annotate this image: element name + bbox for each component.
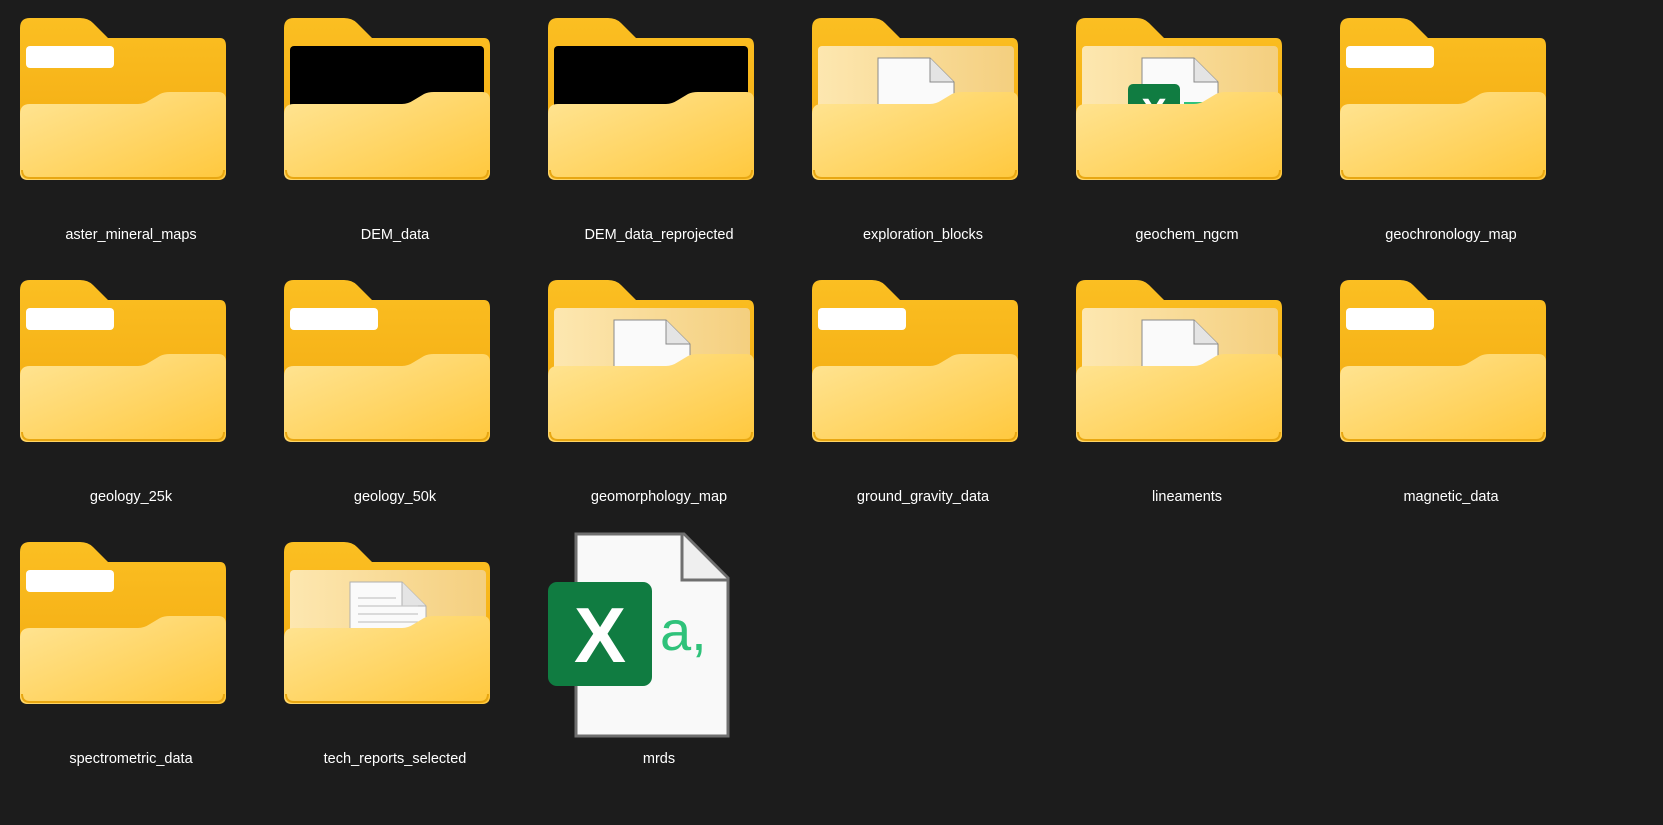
folder-icon: [548, 18, 770, 198]
item-label: geochronology_map: [1385, 227, 1517, 243]
item-label: geology_50k: [353, 489, 437, 505]
folder-icon: [1340, 18, 1562, 198]
csv-badge-text: a,: [660, 599, 707, 662]
folder-item-dem-data-reprojected[interactable]: DEM_data_reprojected: [528, 0, 790, 262]
item-label: geochem_ngcm: [1135, 227, 1239, 243]
item-label: spectrometric_data: [69, 751, 193, 767]
folder-item-ground-gravity-data[interactable]: ground_gravity_data: [792, 262, 1054, 524]
folder-icon: [284, 542, 506, 722]
folder-item-geochronology-map[interactable]: geochronology_map: [1320, 0, 1582, 262]
folder-item-geology-25k[interactable]: geology_25k: [0, 262, 262, 524]
item-label: geomorphology_map: [590, 489, 728, 505]
folder-item-dem-data[interactable]: DEM_data: [264, 0, 526, 262]
folder-icon: [812, 280, 1034, 460]
item-label: magnetic_data: [1403, 489, 1499, 505]
folder-icon: [1076, 280, 1298, 460]
item-label: DEM_data_reprojected: [584, 227, 734, 243]
folder-item-geochem-ngcm[interactable]: X geochem_ngcm: [1056, 0, 1318, 262]
excel-csv-file-icon: X a,: [548, 532, 770, 738]
folder-item-aster-mineral-maps[interactable]: aster_mineral_maps: [0, 0, 262, 262]
folder-item-lineaments[interactable]: lineaments: [1056, 262, 1318, 524]
folder-icon: [1340, 280, 1562, 460]
folder-item-geology-50k[interactable]: geology_50k: [264, 262, 526, 524]
folder-item-magnetic-data[interactable]: magnetic_data: [1320, 262, 1582, 524]
svg-text:X: X: [574, 591, 626, 679]
item-label: lineaments: [1151, 489, 1223, 505]
folder-item-geomorphology-map[interactable]: geomorphology_map: [528, 262, 790, 524]
item-label: mrds: [642, 751, 676, 767]
folder-item-spectrometric-data[interactable]: spectrometric_data: [0, 524, 262, 786]
folder-icon: [812, 18, 1034, 198]
folder-icon: [284, 18, 506, 198]
folder-icon: [20, 18, 242, 198]
folder-icon: [548, 280, 770, 460]
item-label: aster_mineral_maps: [65, 227, 197, 243]
folder-item-tech-reports-selected[interactable]: tech_reports_selected: [264, 524, 526, 786]
folder-icon: [284, 280, 506, 460]
folder-icon: [20, 280, 242, 460]
item-label: ground_gravity_data: [856, 489, 990, 505]
file-explorer-grid: aster_mineral_maps DEM_data DEM_data_rep…: [0, 0, 1663, 825]
folder-item-exploration-blocks[interactable]: exploration_blocks: [792, 0, 1054, 262]
file-item-mrds[interactable]: X a, mrds: [528, 524, 790, 786]
item-label: DEM_data: [360, 227, 430, 243]
item-label: tech_reports_selected: [323, 751, 467, 767]
folder-icon: X: [1076, 18, 1298, 198]
item-label: exploration_blocks: [862, 227, 984, 243]
folder-icon: [20, 542, 242, 722]
item-label: geology_25k: [89, 489, 173, 505]
